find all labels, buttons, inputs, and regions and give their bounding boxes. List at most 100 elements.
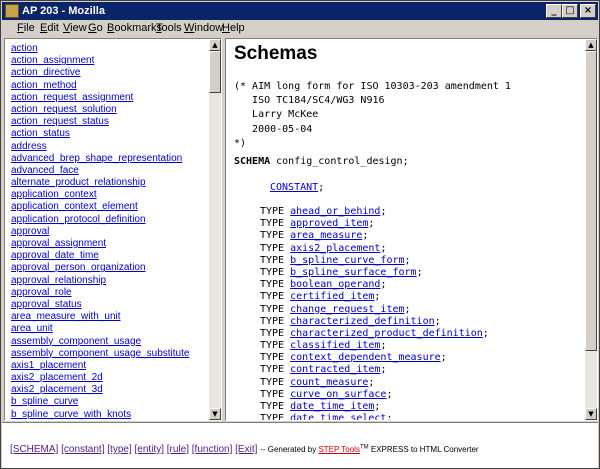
type-row: TYPE characterized_product_definition; bbox=[260, 327, 489, 339]
entity-link[interactable]: approval_status bbox=[11, 299, 207, 311]
entity-link[interactable]: area_unit bbox=[11, 323, 207, 335]
constant-link[interactable]: CONSTANT bbox=[270, 182, 318, 193]
nav-entity-link[interactable]: [entity] bbox=[135, 444, 164, 455]
entity-link[interactable]: address bbox=[11, 141, 207, 153]
entity-link[interactable]: approval_date_time bbox=[11, 250, 207, 262]
generated-prefix: -- Generated by bbox=[260, 445, 317, 454]
entity-link[interactable]: action_request_status bbox=[11, 116, 207, 128]
type-link[interactable]: approved_item bbox=[290, 218, 368, 229]
comment-line: Larry McKee bbox=[234, 109, 319, 121]
menu-edit[interactable]: Edit bbox=[40, 22, 59, 34]
type-link[interactable]: change_request_item bbox=[290, 304, 404, 315]
type-link[interactable]: area_measure bbox=[290, 230, 362, 241]
type-link[interactable]: characterized_product_definition bbox=[290, 328, 483, 339]
nav-exit-link[interactable]: [Exit] bbox=[235, 444, 257, 455]
entity-link[interactable]: application_protocol_definition bbox=[11, 214, 207, 226]
entity-link[interactable]: action_request_assignment bbox=[11, 92, 207, 104]
menu-window[interactable]: Window bbox=[184, 22, 223, 34]
entity-link[interactable]: approval_relationship bbox=[11, 275, 207, 287]
content-frame: Schemas (* AIM long form for ISO 10303-2… bbox=[225, 38, 598, 421]
step-tools-link[interactable]: STEP Tools bbox=[318, 445, 360, 454]
entity-link[interactable]: approval bbox=[11, 226, 207, 238]
nav-rule-link[interactable]: [rule] bbox=[167, 444, 189, 455]
menu-bookmarks[interactable]: Bookmarks bbox=[107, 22, 162, 34]
schema-comment: (* AIM long form for ISO 10303-203 amend… bbox=[234, 80, 511, 151]
entity-link[interactable]: approval_assignment bbox=[11, 238, 207, 250]
type-row: TYPE characterized_definition; bbox=[260, 315, 441, 327]
maximize-button[interactable]: □ bbox=[562, 4, 578, 18]
type-row: TYPE certified_item; bbox=[260, 291, 381, 303]
close-button[interactable]: × bbox=[580, 4, 596, 18]
menu-help[interactable]: Help bbox=[222, 22, 245, 34]
type-row: TYPE ahead_or_behind; bbox=[260, 206, 387, 217]
type-row: TYPE approved_item; bbox=[260, 218, 375, 230]
entity-link[interactable]: b_spline_curve_with_knots bbox=[11, 409, 207, 420]
entity-link[interactable]: assembly_component_usage bbox=[11, 336, 207, 348]
entity-link[interactable]: action_directive bbox=[11, 67, 207, 79]
entity-link[interactable]: b_spline_curve bbox=[11, 396, 207, 408]
type-link[interactable]: count_measure bbox=[290, 377, 368, 388]
type-keyword: TYPE bbox=[260, 279, 285, 291]
entity-link[interactable]: action_status bbox=[11, 128, 207, 140]
index-scrollbar[interactable]: ▲ ▼ bbox=[209, 39, 221, 420]
entity-link[interactable]: alternate_product_relationship bbox=[11, 177, 207, 189]
scroll-down-arrow-icon[interactable]: ▼ bbox=[585, 408, 597, 420]
type-link[interactable]: axis2_placement bbox=[290, 243, 380, 254]
menu-file[interactable]: File bbox=[17, 22, 35, 34]
type-keyword: TYPE bbox=[260, 303, 285, 315]
nav-type-link[interactable]: [type] bbox=[107, 444, 131, 455]
scroll-up-arrow-icon[interactable]: ▲ bbox=[209, 39, 221, 51]
type-link[interactable]: date_time_item bbox=[290, 401, 374, 412]
type-link[interactable]: boolean_operand bbox=[290, 279, 380, 290]
entity-link[interactable]: action_method bbox=[11, 80, 207, 92]
entity-link[interactable]: approval_role bbox=[11, 287, 207, 299]
nav-function-link[interactable]: [function] bbox=[192, 444, 233, 455]
nav-schema-link[interactable]: [SCHEMA] bbox=[10, 444, 58, 455]
entity-link[interactable]: application_context_element bbox=[11, 201, 207, 213]
entity-link[interactable]: axis1_placement bbox=[11, 360, 207, 372]
scroll-thumb[interactable] bbox=[585, 51, 597, 351]
content-scrollbar[interactable]: ▲ ▼ bbox=[585, 39, 597, 420]
menu-go[interactable]: Go bbox=[88, 22, 103, 34]
menu-view[interactable]: View bbox=[63, 22, 87, 34]
type-link[interactable]: contracted_item bbox=[290, 364, 380, 375]
type-row: TYPE curve_on_surface; bbox=[260, 388, 393, 400]
minimize-button[interactable]: _ bbox=[546, 4, 562, 18]
type-row: TYPE count_measure; bbox=[260, 376, 375, 388]
nav-constant-link[interactable]: [constant] bbox=[61, 444, 104, 455]
entity-link[interactable]: action_assignment bbox=[11, 55, 207, 67]
scroll-thumb[interactable] bbox=[209, 51, 221, 93]
type-row: TYPE area_measure; bbox=[260, 230, 369, 242]
type-link[interactable]: curve_on_surface bbox=[290, 389, 386, 400]
type-link[interactable]: context_dependent_measure bbox=[290, 352, 441, 363]
entity-link[interactable]: action_request_solution bbox=[11, 104, 207, 116]
type-keyword: TYPE bbox=[260, 340, 285, 352]
type-link[interactable]: certified_item bbox=[290, 291, 374, 302]
type-link[interactable]: b_spline_surface_form bbox=[290, 267, 416, 278]
type-row: TYPE b_spline_surface_form; bbox=[260, 266, 423, 278]
type-row: TYPE b_spline_curve_form; bbox=[260, 254, 411, 266]
entity-link[interactable]: area_measure_with_unit bbox=[11, 311, 207, 323]
type-row: TYPE axis2_placement; bbox=[260, 242, 387, 254]
page-title: Schemas bbox=[234, 43, 318, 64]
entity-link[interactable]: assembly_component_usage_substitute bbox=[11, 348, 207, 360]
menu-tools[interactable]: Tools bbox=[156, 22, 182, 34]
type-link[interactable]: b_spline_curve_form bbox=[290, 255, 404, 266]
comment-line: 2000-05-04 bbox=[234, 123, 313, 135]
title-bar: AP 203 - Mozilla _ □ × bbox=[2, 2, 598, 20]
entity-link[interactable]: approval_person_organization bbox=[11, 262, 207, 274]
scroll-up-arrow-icon[interactable]: ▲ bbox=[585, 39, 597, 51]
type-link[interactable]: classified_item bbox=[290, 340, 380, 351]
type-link[interactable]: characterized_definition bbox=[290, 316, 435, 327]
type-link[interactable]: ahead_or_behind bbox=[290, 206, 380, 217]
entity-link[interactable]: action bbox=[11, 43, 207, 55]
footer-nav: [SCHEMA] [constant] [type] [entity] [rul… bbox=[10, 444, 479, 455]
type-link[interactable]: date_time_select bbox=[290, 413, 386, 420]
entity-link[interactable]: axis2_placement_3d bbox=[11, 384, 207, 396]
entity-link[interactable]: advanced_brep_shape_representation bbox=[11, 153, 207, 165]
entity-link[interactable]: application_context bbox=[11, 189, 207, 201]
type-keyword: TYPE bbox=[260, 218, 285, 230]
scroll-down-arrow-icon[interactable]: ▼ bbox=[209, 408, 221, 420]
entity-link[interactable]: axis2_placement_2d bbox=[11, 372, 207, 384]
entity-link[interactable]: advanced_face bbox=[11, 165, 207, 177]
